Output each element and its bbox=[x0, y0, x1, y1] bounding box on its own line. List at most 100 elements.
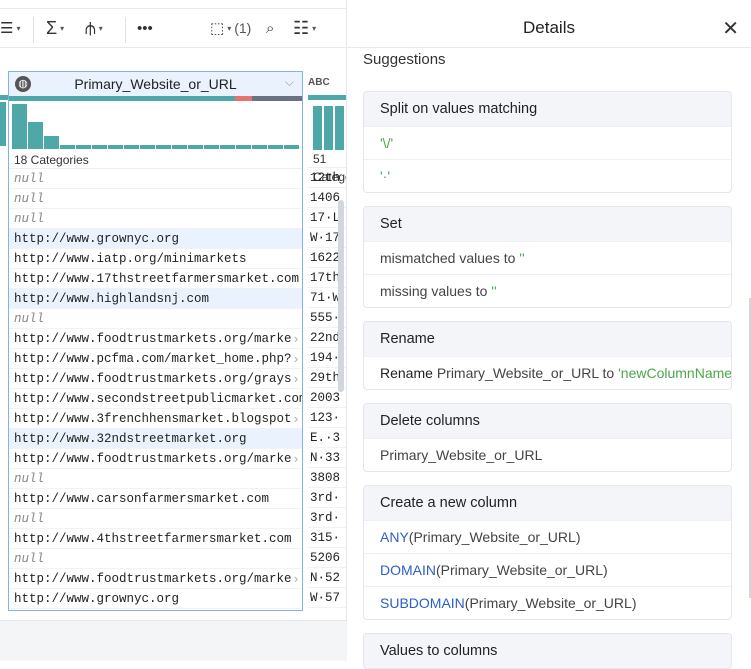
table-cell[interactable]: null bbox=[9, 469, 302, 489]
cell-value: http://www.foodtrustmarkets.org/marke bbox=[14, 572, 292, 586]
histogram-bar[interactable] bbox=[284, 144, 299, 149]
suggestion-item[interactable]: Rename Primary_Website_or_URL to 'newCol… bbox=[364, 356, 731, 389]
histogram-bar[interactable] bbox=[140, 144, 155, 149]
suggestion-item[interactable]: SUBDOMAIN(Primary_Website_or_URL) bbox=[364, 586, 731, 619]
selection-button[interactable]: ⬚ ▾ (1) bbox=[210, 19, 251, 37]
suggestion-text: (Primary_Website_or_URL) bbox=[408, 529, 581, 545]
suggestion-item[interactable]: ANY(Primary_Website_or_URL) bbox=[364, 520, 731, 553]
table-cell[interactable]: W·57 bbox=[308, 588, 346, 608]
histogram-bar[interactable] bbox=[76, 144, 91, 149]
suggestion-text: '' bbox=[491, 283, 497, 299]
cell-value: http://www.carsonfarmersmarket.com bbox=[14, 492, 270, 506]
suggestion-text: DOMAIN bbox=[380, 562, 436, 578]
cell-value: http://www.iatp.org/minimarkets bbox=[14, 252, 247, 266]
table-cell[interactable]: http://www.iatp.org/minimarkets bbox=[9, 249, 302, 269]
chevron-right-icon[interactable]: › bbox=[294, 409, 298, 428]
suggestion-card: Set mismatched values to '' missing values… bbox=[363, 206, 732, 308]
histogram-bar[interactable] bbox=[188, 144, 203, 149]
table-cell[interactable]: null bbox=[9, 309, 302, 329]
table-cell[interactable]: null bbox=[9, 169, 302, 189]
histogram-bar[interactable] bbox=[172, 144, 187, 149]
histogram-bar[interactable] bbox=[60, 144, 75, 149]
settings-button[interactable]: ☷ ▾ bbox=[293, 18, 316, 39]
histogram[interactable] bbox=[308, 100, 346, 150]
card-title: Create a new column bbox=[364, 486, 731, 520]
table-cell[interactable]: http://www.foodtrustmarkets.org/marke › bbox=[9, 449, 302, 469]
table-cell[interactable]: null bbox=[9, 209, 302, 229]
table-cell[interactable]: 123· bbox=[308, 408, 346, 428]
aggregate-menu-button[interactable]: Σ ▾ bbox=[46, 18, 64, 39]
vertical-scrollbar[interactable] bbox=[338, 200, 344, 392]
suggestion-item[interactable]: '\/' bbox=[364, 126, 731, 159]
table-cell[interactable]: http://www.secondstreetpublicmarket.com bbox=[9, 389, 302, 409]
table-cell[interactable]: http://www.foodtrustmarkets.org/marke › bbox=[9, 569, 302, 589]
more-button[interactable]: ••• bbox=[137, 20, 153, 37]
suggestion-item[interactable]: missing values to '' bbox=[364, 274, 731, 307]
chevron-right-icon[interactable]: › bbox=[294, 369, 298, 388]
histogram-bar[interactable] bbox=[44, 135, 59, 149]
table-cell[interactable]: http://www.17thstreetfarmersmarket.com bbox=[9, 269, 302, 289]
suggestion-item[interactable]: '·' bbox=[364, 159, 731, 192]
suggestion-card: Delete columns Primary_Website_or_URL bbox=[363, 403, 732, 472]
histogram-bar[interactable] bbox=[124, 144, 139, 149]
table-cell[interactable]: 3rd· bbox=[308, 508, 346, 528]
table-cell[interactable]: http://www.grownyc.org bbox=[9, 589, 302, 609]
cell-value: http://www.highlandsnj.com bbox=[14, 292, 210, 306]
table-cell[interactable]: null bbox=[9, 189, 302, 209]
chevron-right-icon[interactable]: › bbox=[294, 569, 298, 588]
structure-menu-button[interactable]: ⫛ ▾ bbox=[85, 18, 103, 39]
suggestion-text: '·' bbox=[380, 168, 391, 184]
column-header[interactable]: ◍ Primary_Website_or_URL ⌵ bbox=[9, 72, 302, 96]
table-cell[interactable]: 315· bbox=[308, 528, 346, 548]
suggestion-item[interactable]: Primary_Website_or_URL bbox=[364, 438, 731, 471]
table-cell[interactable]: 12th bbox=[308, 168, 346, 188]
histogram-bar[interactable] bbox=[204, 144, 219, 149]
suggestion-item[interactable]: mismatched values to '' bbox=[364, 241, 731, 274]
table-cell[interactable]: http://www.pcfma.com/market_home.php? › bbox=[9, 349, 302, 369]
histogram-bar[interactable] bbox=[220, 144, 235, 149]
table-cell[interactable]: http://www.foodtrustmarkets.org/grays › bbox=[9, 369, 302, 389]
table-cell[interactable]: null bbox=[9, 509, 302, 529]
suggestion-text: missing values to bbox=[380, 283, 492, 299]
card-title: Values to columns bbox=[364, 634, 731, 668]
column-primary-website[interactable]: ◍ Primary_Website_or_URL ⌵ 18 Categories… bbox=[8, 71, 303, 611]
column-details-button[interactable]: ⌕ bbox=[266, 20, 274, 37]
chevron-right-icon[interactable]: › bbox=[294, 449, 298, 468]
table-cell[interactable]: 5206 bbox=[308, 548, 346, 568]
filter-menu-button[interactable]: ☰ ▾ bbox=[0, 19, 20, 37]
table-cell[interactable]: http://www.foodtrustmarkets.org/marke › bbox=[9, 329, 302, 349]
cell-value: http://www.secondstreetpublicmarket.com bbox=[14, 392, 302, 406]
table-cell[interactable]: null bbox=[9, 549, 302, 569]
table-cell[interactable]: http://www.32ndstreetmarket.org bbox=[9, 429, 302, 449]
histogram-bar[interactable] bbox=[108, 144, 123, 149]
histogram[interactable] bbox=[9, 101, 302, 151]
histogram-bar[interactable] bbox=[28, 122, 43, 149]
close-icon[interactable]: ✕ bbox=[722, 16, 739, 41]
table-cell[interactable]: 3808 bbox=[308, 468, 346, 488]
cell-value: http://www.foodtrustmarkets.org/grays bbox=[14, 372, 292, 386]
chevron-down-icon[interactable]: ⌵ bbox=[285, 75, 294, 90]
column-name: Primary_Website_or_URL bbox=[74, 76, 237, 92]
table-cell[interactable]: http://www.3frenchhensmarket.blogspot › bbox=[9, 409, 302, 429]
table-cell[interactable]: http://www.4thstreetfarmersmarket.com bbox=[9, 529, 302, 549]
category-count: 18 Categories bbox=[9, 151, 302, 169]
table-cell[interactable]: E.·3 bbox=[308, 428, 346, 448]
table-cell[interactable]: http://www.grownyc.org bbox=[9, 229, 302, 249]
suggestion-item[interactable]: DOMAIN(Primary_Website_or_URL) bbox=[364, 553, 731, 586]
histogram-bar[interactable] bbox=[156, 144, 171, 149]
table-cell[interactable]: http://www.highlandsnj.com bbox=[9, 289, 302, 309]
histogram-bar[interactable] bbox=[236, 144, 251, 149]
suggestion-text: '' bbox=[519, 250, 525, 266]
table-cell[interactable]: N·52 bbox=[308, 568, 346, 588]
table-cell[interactable]: N·33 bbox=[308, 448, 346, 468]
histogram-bar[interactable] bbox=[12, 104, 27, 149]
histogram-bar[interactable] bbox=[252, 144, 267, 149]
table-cell[interactable]: http://www.carsonfarmersmarket.com bbox=[9, 489, 302, 509]
chevron-right-icon[interactable]: › bbox=[294, 349, 298, 368]
histogram-bar[interactable] bbox=[268, 144, 283, 149]
cell-value: null bbox=[14, 172, 45, 186]
table-cell[interactable]: 3rd· bbox=[308, 488, 346, 508]
histogram-bar[interactable] bbox=[92, 144, 107, 149]
status-bar bbox=[0, 620, 347, 661]
chevron-right-icon[interactable]: › bbox=[294, 329, 298, 348]
